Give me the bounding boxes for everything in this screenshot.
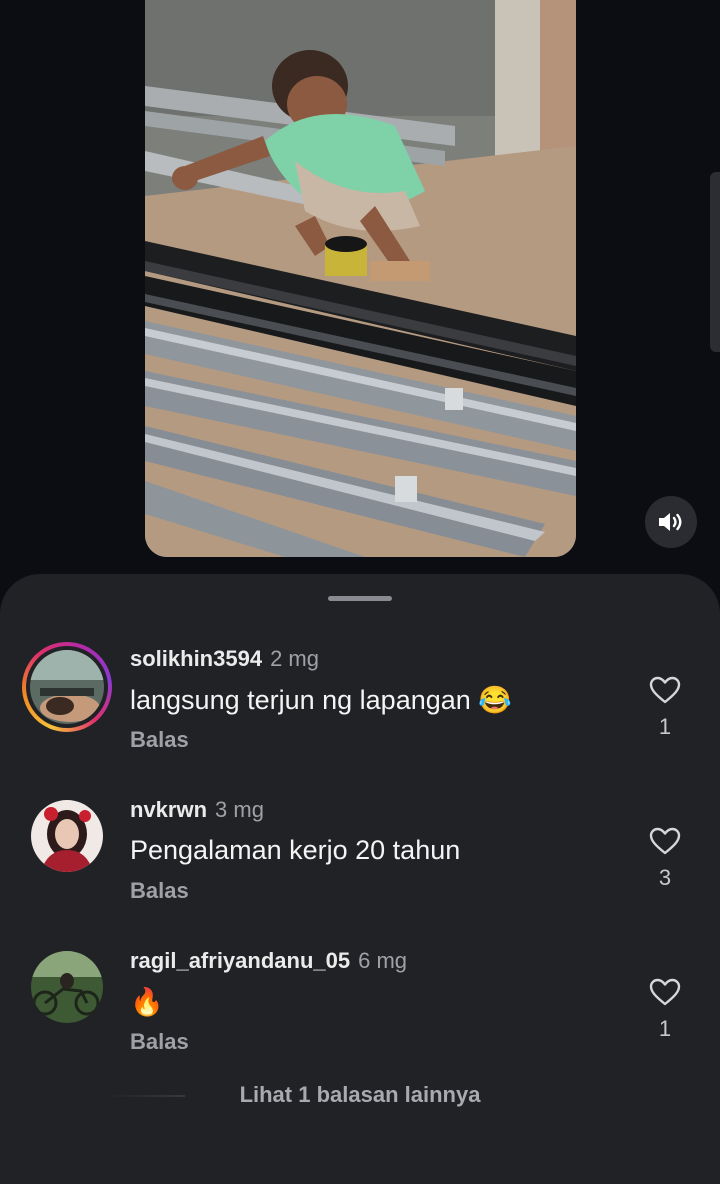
- comment-header: solikhin3594 2 mg: [130, 646, 319, 672]
- comment-item: solikhin3594 2 mg langsung terjun ng lapa…: [0, 642, 720, 782]
- comment-item: ragil_afriyandanu_05 6 mg 🔥 Balas 1: [0, 944, 720, 1084]
- comment-time: 6 mg: [358, 948, 408, 973]
- avatar-image: [30, 650, 104, 724]
- heart-outline-icon: [649, 827, 681, 855]
- like-count: 1: [658, 714, 672, 739]
- avatar[interactable]: [31, 800, 103, 872]
- like-count: 1: [658, 1016, 672, 1041]
- video-frame-image: [145, 0, 576, 557]
- comment-time: 2 mg: [270, 646, 319, 671]
- comment-text: 🔥: [130, 987, 164, 1017]
- avatar-image: [31, 951, 103, 1023]
- reply-button[interactable]: Balas: [130, 727, 189, 753]
- avatar-image: [31, 800, 103, 872]
- sheet-drag-handle[interactable]: [328, 596, 392, 601]
- comment-header: ragil_afriyandanu_05 6 mg: [130, 948, 407, 974]
- comment-item: nvkrwn 3 mg Pengalaman kerjo 20 tahun Bal…: [0, 793, 720, 933]
- reply-button[interactable]: Balas: [130, 878, 189, 904]
- heart-outline-icon: [649, 978, 681, 1006]
- like-button[interactable]: 1: [645, 978, 685, 1042]
- heart-outline-icon: [649, 676, 681, 704]
- reply-button[interactable]: Balas: [130, 1029, 189, 1055]
- video-area[interactable]: [0, 0, 720, 590]
- comment-username[interactable]: solikhin3594: [130, 646, 262, 671]
- avatar[interactable]: [31, 951, 103, 1023]
- video-player[interactable]: [145, 0, 576, 557]
- speaker-icon: [659, 513, 682, 531]
- mute-button[interactable]: [645, 496, 697, 548]
- like-button[interactable]: 3: [645, 827, 685, 891]
- comment-time: 3 mg: [215, 797, 264, 822]
- comment-username[interactable]: nvkrwn: [130, 797, 207, 822]
- avatar[interactable]: [30, 650, 104, 724]
- comment-username[interactable]: ragil_afriyandanu_05: [130, 948, 350, 973]
- side-panel-handle[interactable]: [710, 172, 720, 352]
- avatar-story-ring[interactable]: [22, 642, 112, 732]
- view-more-replies-button[interactable]: Lihat 1 balasan lainnya: [100, 1082, 620, 1108]
- like-button[interactable]: 1: [645, 676, 685, 740]
- comment-text: Pengalaman kerjo 20 tahun: [130, 835, 461, 865]
- like-count: 3: [658, 865, 672, 890]
- comment-text: langsung terjun ng lapangan 😂: [130, 685, 512, 715]
- comment-header: nvkrwn 3 mg: [130, 797, 264, 823]
